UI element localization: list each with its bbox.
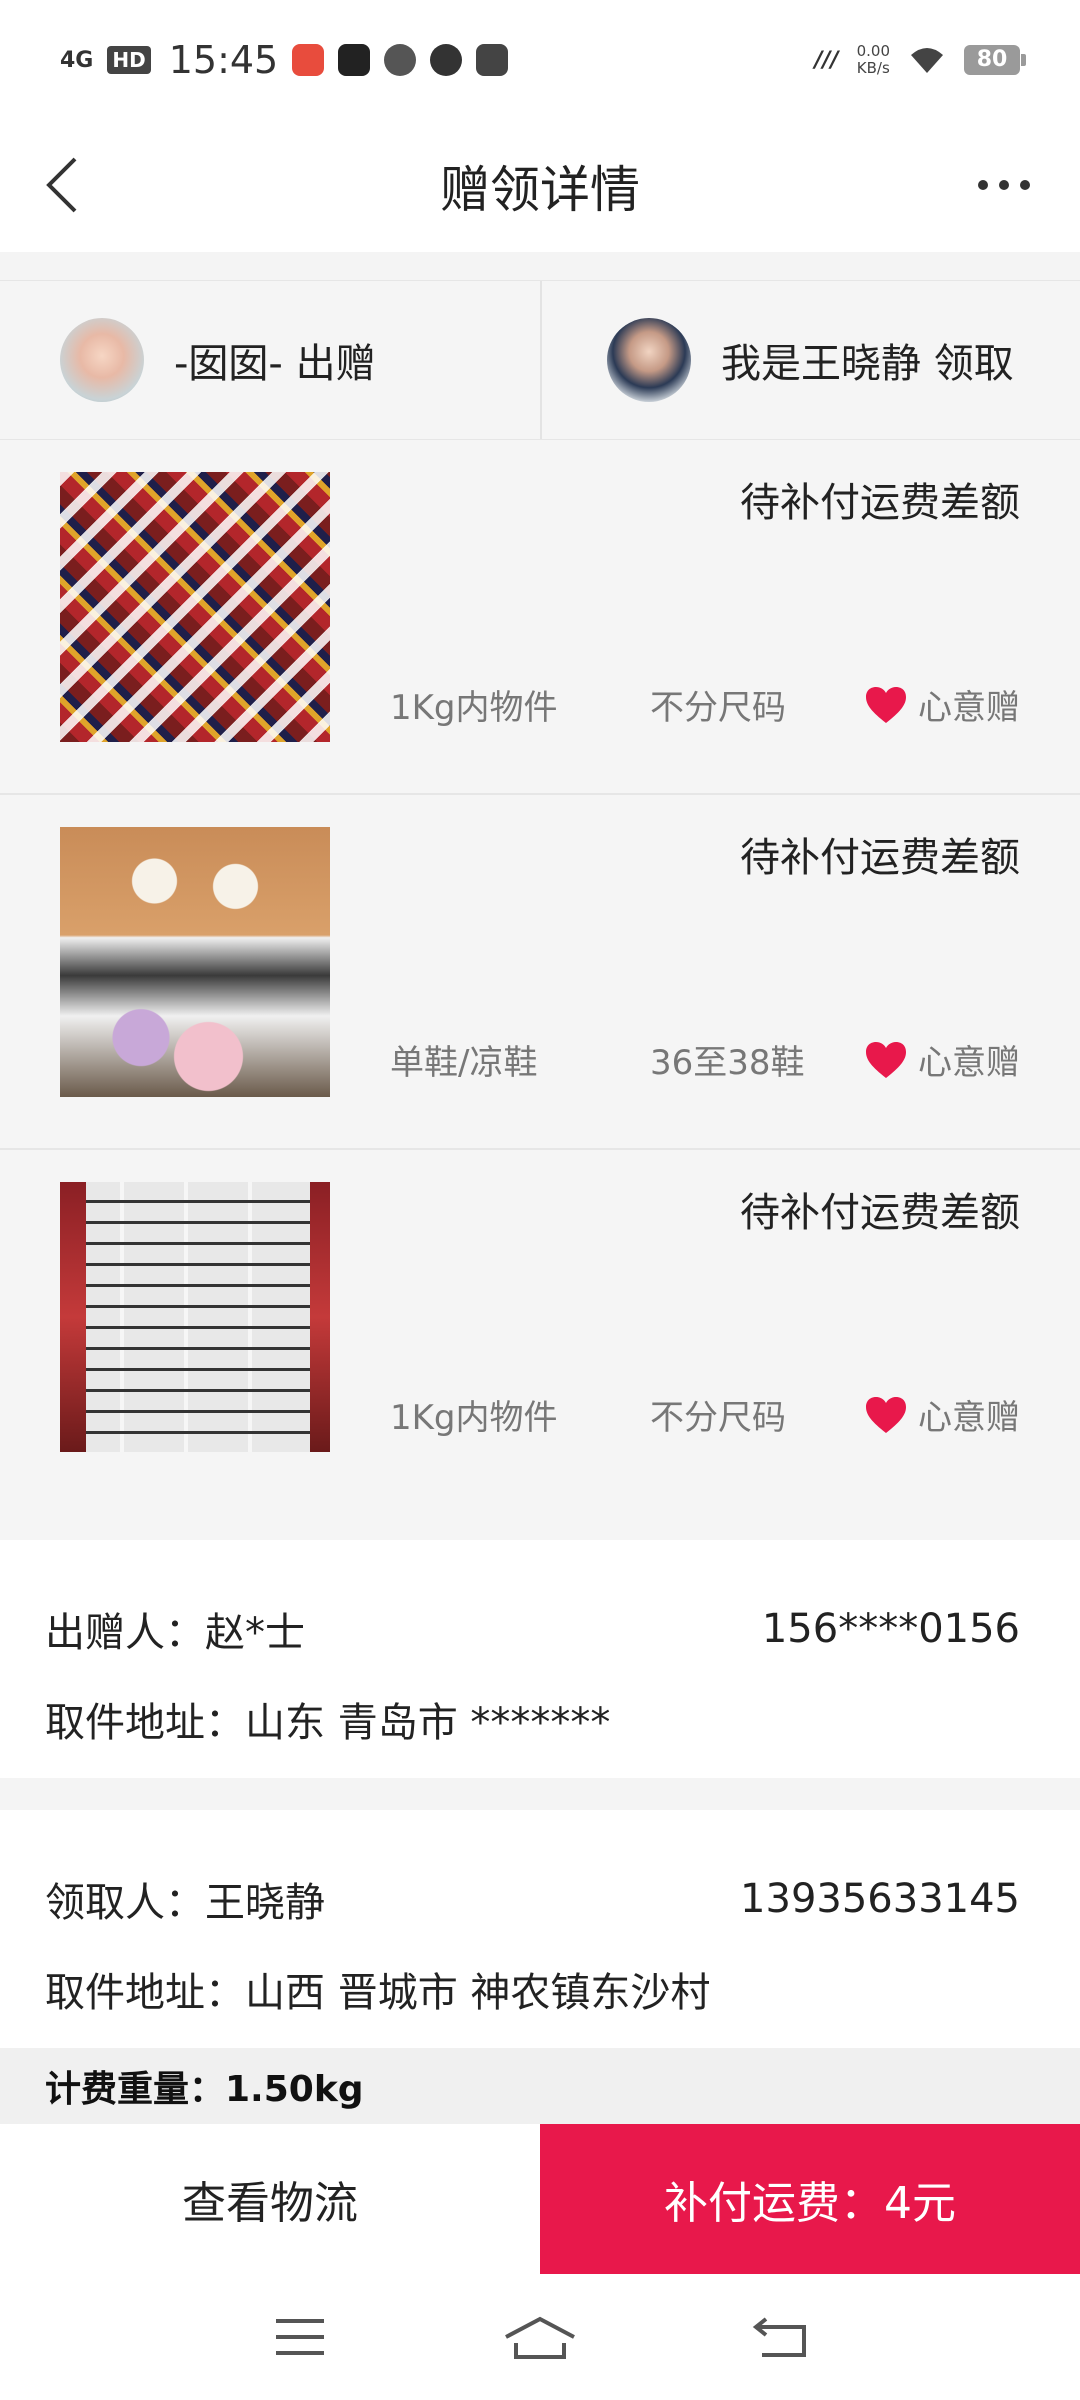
system-nav-bar bbox=[0, 2274, 1080, 2400]
billing-weight: 计费重量：1.50kg bbox=[0, 2048, 1080, 2124]
status-time: 15:45 bbox=[168, 38, 279, 82]
back-button[interactable] bbox=[28, 150, 98, 220]
app-notification-icon bbox=[338, 44, 371, 76]
receiver-name: 领取人：王晓静 bbox=[45, 1880, 325, 1926]
giver-address: 取件地址：山东 青岛市 ******* bbox=[45, 1700, 611, 1746]
item-tag: 心意赠 bbox=[864, 1035, 1020, 1084]
header: 赠领详情 bbox=[0, 120, 1080, 252]
giver-avatar bbox=[60, 318, 144, 402]
menu-icon bbox=[276, 2319, 324, 2355]
home-icon bbox=[505, 2316, 575, 2359]
heart-icon bbox=[866, 1396, 906, 1433]
receiver-info-section: 领取人：王晓静 13935633145 取件地址：山西 晋城市 神农镇东沙村 bbox=[0, 1810, 1080, 2048]
more-button[interactable] bbox=[964, 150, 1044, 220]
item-meta: 1Kg内物件 不分尺码 心意赠 bbox=[390, 1390, 1020, 1439]
app-notification-icon bbox=[476, 44, 509, 76]
receiver-address: 取件地址：山西 晋城市 神农镇东沙村 bbox=[45, 1970, 711, 2016]
list-item[interactable]: 待补付运费差额 1Kg内物件 不分尺码 心意赠 bbox=[0, 440, 1080, 795]
pay-shipping-button[interactable]: 补付运费：4元 bbox=[540, 2124, 1080, 2274]
heart-icon bbox=[866, 1041, 906, 1078]
item-size: 不分尺码 bbox=[650, 1398, 786, 1438]
item-tag: 心意赠 bbox=[864, 1390, 1020, 1439]
giver-address-row: 取件地址：山东 青岛市 ******* bbox=[45, 1690, 1020, 1748]
receiver-avatar bbox=[607, 318, 691, 402]
item-image bbox=[60, 1182, 330, 1452]
parties-row: -囡囡- 出赠 我是王晓静 领取 bbox=[0, 280, 1080, 440]
list-item[interactable]: 待补付运费差额 1Kg内物件 不分尺码 心意赠 bbox=[0, 1150, 1080, 1505]
receiver-phone[interactable]: 13935633145 bbox=[740, 1876, 1020, 1922]
receiver-name-row: 领取人：王晓静 13935633145 bbox=[45, 1870, 1020, 1928]
items-list: 待补付运费差额 1Kg内物件 不分尺码 心意赠 待补付运费差额 单鞋/凉鞋 36… bbox=[0, 440, 1080, 1540]
item-tag: 心意赠 bbox=[864, 680, 1020, 729]
giver-label: -囡囡- 出赠 bbox=[174, 341, 376, 387]
item-category: 单鞋/凉鞋 bbox=[390, 1043, 538, 1083]
item-image bbox=[60, 827, 330, 1097]
view-logistics-button[interactable]: 查看物流 bbox=[0, 2124, 540, 2274]
signal-icon: 4G bbox=[60, 47, 94, 73]
back-arrow-icon bbox=[46, 157, 77, 213]
home-nav-button[interactable] bbox=[495, 2302, 585, 2372]
receiver-party[interactable]: 我是王晓静 领取 bbox=[540, 281, 1080, 439]
play-icon bbox=[430, 44, 463, 76]
app-notification-icon bbox=[292, 44, 325, 76]
receiver-label: 我是王晓静 领取 bbox=[721, 341, 1014, 387]
giver-party[interactable]: -囡囡- 出赠 bbox=[0, 281, 540, 439]
item-category: 1Kg内物件 bbox=[390, 688, 558, 728]
heart-icon bbox=[866, 686, 906, 723]
page-title: 赠领详情 bbox=[440, 161, 640, 219]
giver-info-section: 出赠人：赵*士 156****0156 取件地址：山东 青岛市 ******* bbox=[0, 1540, 1080, 1778]
receiver-address-row: 取件地址：山西 晋城市 神农镇东沙村 bbox=[45, 1960, 1020, 2018]
giver-phone[interactable]: 156****0156 bbox=[762, 1606, 1020, 1652]
giver-name-row: 出赠人：赵*士 156****0156 bbox=[45, 1600, 1020, 1658]
item-meta: 单鞋/凉鞋 36至38鞋 心意赠 bbox=[390, 1035, 1020, 1084]
hd-icon: HD bbox=[107, 46, 151, 74]
item-status: 待补付运费差额 bbox=[740, 1190, 1020, 1236]
item-size: 36至38鞋 bbox=[650, 1043, 805, 1083]
return-icon bbox=[752, 2317, 806, 2357]
wifi-icon bbox=[911, 48, 943, 73]
app-notification-icon bbox=[384, 44, 417, 76]
item-meta: 1Kg内物件 不分尺码 心意赠 bbox=[390, 680, 1020, 729]
action-bar: 查看物流 补付运费：4元 bbox=[0, 2124, 1080, 2274]
status-bar: 4G HD 15:45 /// 0.00 KB/s 80 bbox=[0, 0, 1080, 120]
battery-icon: 80 bbox=[964, 45, 1026, 75]
network-type-icon: /// bbox=[814, 47, 839, 73]
item-status: 待补付运费差额 bbox=[740, 480, 1020, 526]
menu-nav-button[interactable] bbox=[255, 2302, 345, 2372]
network-speed: 0.00 KB/s bbox=[856, 42, 890, 77]
item-status: 待补付运费差额 bbox=[740, 835, 1020, 881]
item-size: 不分尺码 bbox=[650, 688, 786, 728]
list-item[interactable]: 待补付运费差额 单鞋/凉鞋 36至38鞋 心意赠 bbox=[0, 795, 1080, 1150]
giver-name: 出赠人：赵*士 bbox=[45, 1610, 305, 1656]
back-nav-button[interactable] bbox=[735, 2302, 825, 2372]
item-category: 1Kg内物件 bbox=[390, 1398, 558, 1438]
item-image bbox=[60, 472, 330, 742]
more-dots-icon bbox=[978, 180, 1030, 190]
